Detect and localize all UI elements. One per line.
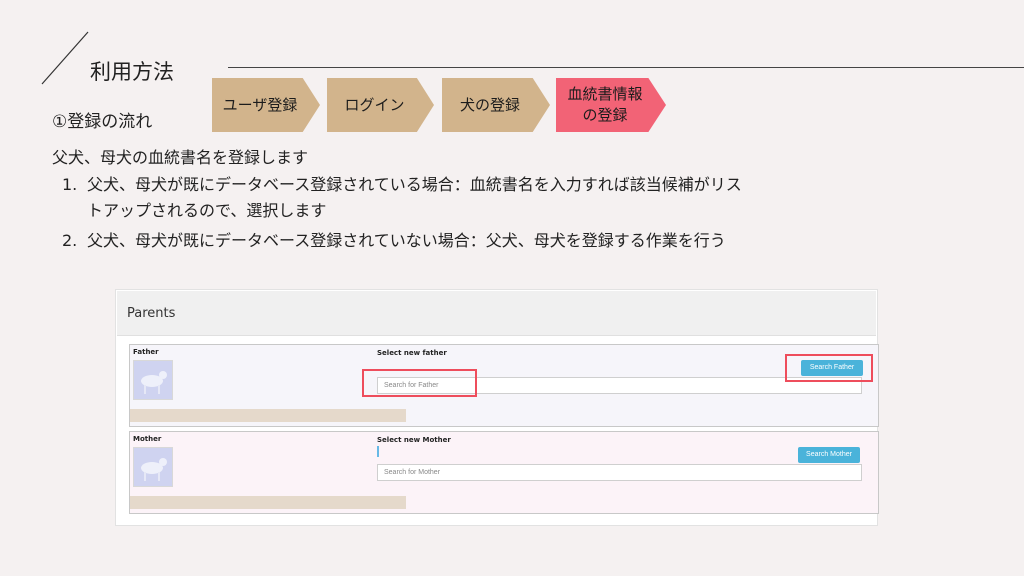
info-bar [130, 496, 406, 509]
info-bar [130, 409, 406, 422]
section-heading: ①登録の流れ [52, 112, 153, 132]
intro-text: 父犬、母犬の血統書名を登録します [52, 148, 309, 167]
panel-title: Parents [127, 306, 176, 321]
mother-search-input[interactable]: Search for Mother [377, 464, 862, 481]
dog-icon [134, 448, 172, 486]
list-number: 1. [62, 175, 78, 194]
father-label: Father [133, 348, 159, 356]
list-item: 1. 父犬、母犬が既にデータベース登録されている場合：血統書名を入力すれば該当候… [62, 172, 742, 224]
search-mother-button[interactable]: Search Mother [798, 447, 860, 463]
step-dog-registration: 犬の登録 [442, 78, 550, 132]
step-user-registration: ユーザ登録 [212, 78, 320, 132]
list-number: 2. [62, 231, 78, 250]
father-photo [133, 360, 173, 400]
step-pedigree-registration: 血統書情報 の登録 [556, 78, 666, 132]
select-mother-label: Select new Mother [377, 436, 451, 444]
decorative-slash [41, 31, 89, 85]
list-text: 父犬、母犬が既にデータベース登録されている場合：血統書名を入力すれば該当候補がリ… [87, 175, 742, 220]
panel-header: Parents [117, 291, 876, 336]
mother-photo [133, 447, 173, 487]
instruction-list: 1. 父犬、母犬が既にデータベース登録されている場合：血統書名を入力すれば該当候… [62, 172, 742, 254]
text-cursor [377, 446, 379, 457]
page-title: 利用方法 [90, 60, 174, 84]
search-button-highlight [785, 354, 873, 382]
parents-panel: Parents Father Select new father Search … [115, 289, 879, 526]
mother-label: Mother [133, 435, 162, 443]
list-item: 2. 父犬、母犬が既にデータベース登録されていない場合：父犬、母犬を登録する作業… [62, 228, 742, 254]
title-divider [228, 67, 1024, 68]
list-text: 父犬、母犬が既にデータベース登録されていない場合：父犬、母犬を登録する作業を行う [87, 231, 726, 250]
father-card: Father Select new father Search for Fath… [129, 344, 879, 427]
mother-card: Mother Select new Mother Search for Moth… [129, 431, 879, 514]
step-login: ログイン [327, 78, 434, 132]
select-father-label: Select new father [377, 349, 447, 357]
dog-icon [134, 361, 172, 399]
search-field-highlight [362, 369, 477, 397]
